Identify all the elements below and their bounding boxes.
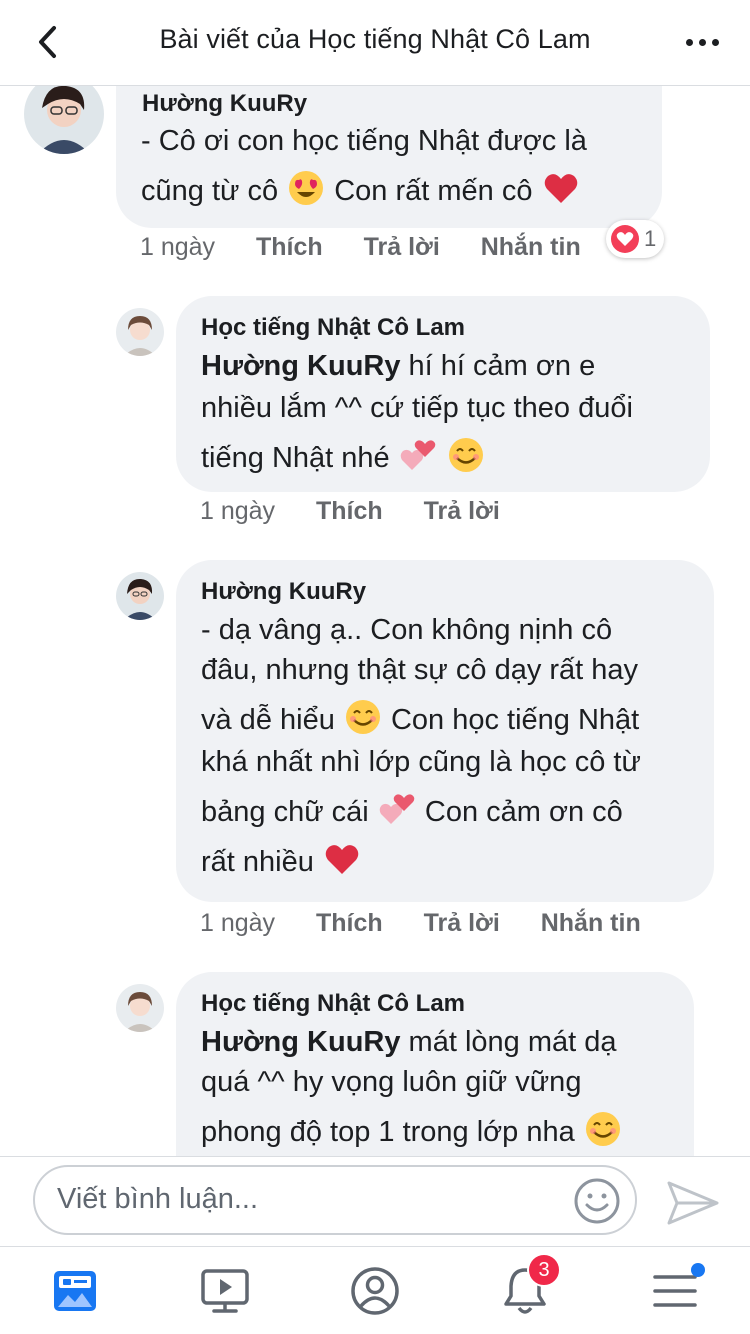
menu-icon (653, 1275, 697, 1307)
mention-link[interactable]: Hường KuuRy (201, 1026, 401, 1058)
comment-text: - dạ vâng ạ.. Con không nịnh cô đâu, như… (201, 614, 641, 878)
smiley-icon[interactable] (573, 1177, 621, 1225)
page-title: Bài viết của Học tiếng Nhật Cô Lam (159, 24, 591, 54)
watch-icon (201, 1269, 249, 1313)
tab-news-feed[interactable] (47, 1265, 103, 1317)
news-feed-icon (54, 1271, 96, 1311)
heart-eyes-emoji-icon (289, 171, 324, 205)
comment-author[interactable]: Hường KuuRy (142, 90, 307, 118)
profile-icon (351, 1267, 399, 1315)
avatar[interactable] (116, 572, 164, 620)
comment-composer: Viết bình luận... (0, 1156, 750, 1246)
top-bar: Bài viết của Học tiếng Nhật Cô Lam (0, 0, 750, 86)
like-button[interactable]: Thích (316, 497, 383, 525)
red-heart-emoji-icon (325, 845, 359, 874)
reaction-count[interactable]: 1 (606, 220, 665, 258)
smiling-face-emoji-icon (345, 700, 380, 734)
like-button[interactable]: Thích (256, 233, 323, 261)
message-button[interactable]: Nhắn tin (481, 233, 581, 261)
message-button[interactable]: Nhắn tin (541, 909, 641, 937)
love-reaction-icon (611, 225, 639, 253)
comment-input[interactable]: Viết bình luận... (33, 1165, 637, 1235)
comment-actions: 1 ngày Thích Trả lời (200, 497, 500, 526)
comment-author[interactable]: Học tiếng Nhật Cô Lam (201, 990, 465, 1018)
avatar[interactable] (116, 984, 164, 1032)
reply-button[interactable]: Trả lời (424, 909, 500, 937)
tab-menu[interactable] (647, 1263, 705, 1317)
send-icon[interactable] (665, 1177, 721, 1229)
menu-update-dot (691, 1263, 705, 1277)
comment-actions: 1 ngày Thích Trả lời Nhắn tin (140, 233, 581, 262)
comment-actions: 1 ngày Thích Trả lời Nhắn tin (200, 909, 641, 938)
notification-badge: 3 (527, 1253, 561, 1287)
comment-time: 1 ngày (200, 497, 276, 525)
two-hearts-emoji-icon (379, 794, 415, 824)
comment-time: 1 ngày (140, 233, 216, 261)
two-hearts-emoji-icon (400, 440, 436, 470)
comment-input-placeholder: Viết bình luận... (57, 1183, 259, 1215)
smiling-face-emoji-icon (448, 438, 483, 472)
like-button[interactable]: Thích (316, 909, 383, 937)
comment-author[interactable]: Học tiếng Nhật Cô Lam (201, 314, 465, 342)
tab-watch[interactable] (197, 1265, 253, 1317)
bottom-tab-bar: 3 (0, 1246, 750, 1334)
comment-text: - Cô ơi con học tiếng Nhật được là cũng … (141, 125, 587, 207)
red-heart-emoji-icon (544, 174, 577, 203)
comment-text: Hường KuuRy hí hí cảm ơn e nhiều lắm ^^ … (201, 350, 633, 474)
more-options-button[interactable] (680, 24, 724, 60)
avatar[interactable] (116, 308, 164, 356)
tab-profile[interactable] (347, 1265, 403, 1317)
comment-text: Hường KuuRy mát lòng mát dạ quá ^^ hy vọ… (201, 1019, 701, 1155)
reply-button[interactable]: Trả lời (364, 233, 440, 261)
comment-author[interactable]: Hường KuuRy (201, 578, 366, 606)
more-dots-icon (685, 38, 693, 46)
tab-notifications[interactable]: 3 (497, 1253, 561, 1317)
avatar[interactable] (24, 74, 104, 154)
smiling-face-emoji-icon (585, 1112, 620, 1146)
reply-button[interactable]: Trả lời (424, 497, 500, 525)
comment-time: 1 ngày (200, 909, 276, 937)
mention-link[interactable]: Hường KuuRy (201, 350, 401, 382)
